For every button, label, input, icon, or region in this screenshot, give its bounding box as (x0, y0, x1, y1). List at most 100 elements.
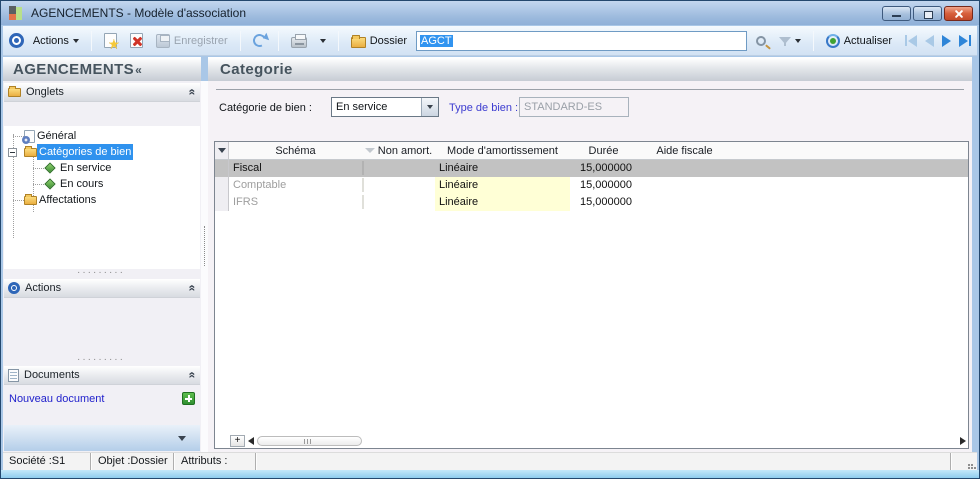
diamond-icon (44, 162, 56, 174)
toolbar-separator (277, 30, 279, 51)
close-button[interactable] (944, 5, 973, 21)
horizontal-scrollbar: + (230, 434, 966, 447)
folder-open-icon (24, 145, 37, 157)
print-button[interactable] (287, 31, 311, 50)
filter-icon (778, 37, 791, 46)
category-label: Catégorie de bien : (219, 102, 312, 114)
chevron-down-icon (178, 435, 186, 441)
cell-schema: Fiscal (233, 162, 262, 174)
refresh-button[interactable] (249, 32, 270, 49)
onglets-tree: Général Catégories de bien En service En… (4, 126, 200, 269)
cell-duree: 15,000000 (580, 196, 632, 208)
type-label: Type de bien : (449, 102, 519, 114)
table-header-row: Schéma Non amort. Mode d'amortissement D… (215, 142, 968, 160)
add-document-button[interactable] (182, 392, 195, 405)
tree-item-general[interactable]: Général (4, 128, 200, 144)
search-input[interactable]: AGCT (416, 30, 747, 51)
cell-aide-fiscale (637, 177, 732, 194)
scroll-right-icon[interactable] (960, 436, 966, 445)
cell-mode: Linéaire (435, 177, 570, 194)
diamond-icon (44, 178, 56, 190)
tree-item-en-service[interactable]: En service (4, 160, 200, 176)
last-record-icon (959, 34, 968, 47)
non-amort-checkbox[interactable] (362, 195, 364, 209)
table-row-fiscal[interactable]: Fiscal Linéaire 15,000000 (215, 160, 968, 177)
sidebar: Onglets « Général Catégories de bien En … (3, 81, 201, 452)
nav-last-button[interactable] (959, 34, 971, 47)
status-societe: Société :S1 (3, 453, 91, 471)
filter-button[interactable] (775, 35, 805, 46)
toolbar-separator (337, 30, 339, 51)
toolbar-separator (90, 30, 92, 51)
window-title: AGENCEMENTS - Modèle d'association (31, 6, 247, 20)
next-record-icon (942, 34, 951, 47)
collapse-node-icon[interactable] (8, 147, 17, 157)
new-document-icon (103, 33, 117, 48)
resize-grip-icon[interactable] (964, 457, 974, 467)
panel-actions-header[interactable]: Actions « (4, 279, 200, 298)
tree-item-categories-de-bien[interactable]: Catégories de bien (4, 144, 200, 160)
save-button[interactable]: Enregistrer (152, 32, 232, 50)
search-input-selected-text: AGCT (420, 34, 453, 47)
scrollbar-thumb[interactable] (257, 435, 362, 446)
collapse-panel-icon[interactable]: « (186, 89, 200, 96)
tree-item-affectations[interactable]: Affectations (4, 192, 200, 208)
column-header-schema[interactable]: Schéma (229, 142, 362, 159)
page-title: Categorie (220, 61, 293, 78)
status-objet: Objet :Dossier (92, 453, 174, 471)
actualiser-button[interactable]: Actualiser (822, 32, 896, 50)
status-attributs: Attributs : (175, 453, 256, 471)
new-button[interactable] (100, 31, 121, 50)
panel-splitter[interactable]: ········· (3, 355, 199, 365)
splitter-handle-icon (204, 226, 205, 266)
print-options-button[interactable] (316, 37, 330, 45)
minimize-button[interactable] (882, 5, 911, 21)
table-row-ifrs[interactable]: IFRS Linéaire 15,000000 (215, 194, 968, 211)
nav-next-button[interactable] (942, 34, 951, 47)
non-amort-checkbox[interactable] (362, 161, 364, 175)
actions-menu-button[interactable]: Actions (29, 33, 83, 49)
folder-icon (350, 34, 366, 48)
panel-splitter[interactable]: ········· (3, 268, 199, 278)
sidebar-footer[interactable] (4, 425, 200, 451)
tree-item-en-cours[interactable]: En cours (4, 176, 200, 192)
save-icon (155, 33, 170, 48)
panel-onglets-header[interactable]: Onglets « (4, 83, 200, 102)
maximize-button[interactable] (913, 5, 942, 21)
column-header-aide-fiscale[interactable]: Aide fiscale (637, 142, 732, 159)
combo-dropdown-button[interactable] (421, 98, 438, 116)
table-row-comptable[interactable]: Comptable Linéaire 15,000000 (215, 177, 968, 194)
column-header-duree[interactable]: Durée (570, 142, 637, 159)
sidebar-collapse-icon[interactable]: « (135, 63, 142, 77)
nav-first-button[interactable] (905, 34, 917, 47)
column-header-mode[interactable]: Mode d'amortissement (435, 142, 570, 159)
chevron-down-icon (794, 38, 801, 43)
sort-filter-icon (364, 148, 375, 153)
nav-previous-button[interactable] (925, 34, 934, 47)
main-panel: Catégorie de bien : En service Type de b… (208, 81, 972, 452)
window-bottom-frame (1, 470, 979, 478)
column-header-non-amort[interactable]: Non amort. (362, 142, 435, 159)
dossier-button[interactable]: Dossier (347, 32, 411, 50)
folder-icon (24, 193, 37, 205)
toolbar: Actions Enregistrer Dossier AGCT Actuali… (3, 26, 977, 56)
delete-button[interactable] (126, 31, 147, 50)
non-amort-checkbox[interactable] (362, 178, 364, 192)
statusbar: Société :S1 Objet :Dossier Attributs : (3, 452, 977, 471)
add-row-button[interactable]: + (230, 434, 245, 447)
cell-mode: Linéaire (439, 162, 479, 174)
panel-documents-header[interactable]: Documents « (4, 366, 200, 385)
collapse-panel-icon[interactable]: « (186, 285, 200, 292)
row-selector-column-header[interactable] (215, 142, 229, 159)
category-select[interactable]: En service (331, 97, 439, 117)
toolbar-separator (812, 30, 814, 51)
new-document-link[interactable]: Nouveau document (9, 393, 104, 405)
search-button[interactable] (752, 34, 770, 48)
sidebar-title: AGENCEMENTS (13, 61, 135, 78)
collapse-panel-icon[interactable]: « (186, 372, 200, 379)
actions-target-icon (8, 282, 20, 294)
sidebar-splitter[interactable] (201, 81, 208, 452)
scroll-left-icon[interactable] (248, 436, 254, 445)
application-window: AGENCEMENTS - Modèle d'association Actio… (0, 0, 980, 479)
type-field[interactable]: STANDARD-ES (519, 97, 629, 117)
